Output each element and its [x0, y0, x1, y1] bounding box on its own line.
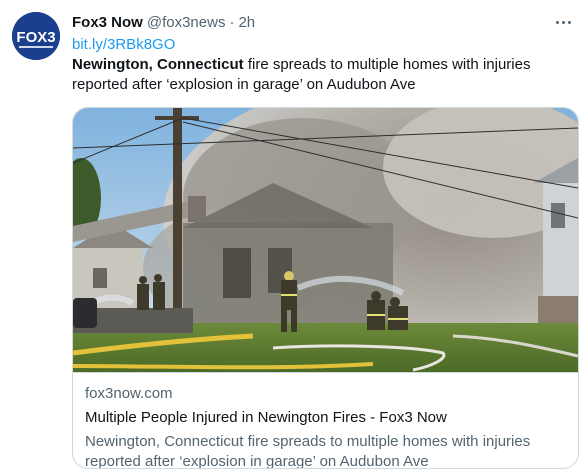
author-name[interactable]: Fox3 Now	[72, 14, 143, 31]
card-text: fox3now.com Multiple People Injured in N…	[85, 384, 570, 469]
fire-scene-photo	[73, 108, 578, 372]
tweet-timestamp[interactable]: 2h	[238, 14, 255, 31]
fox3-logo-text: FOX3	[16, 29, 55, 46]
author-handle[interactable]: @fox3news	[147, 14, 226, 31]
fox3-logo: FOX3	[12, 12, 60, 60]
author-avatar[interactable]: FOX3	[12, 12, 60, 60]
tweet-location-bold: Newington, Connecticut	[72, 56, 244, 73]
tweet-link[interactable]: bit.ly/3RBk8GO	[72, 35, 572, 55]
card-image[interactable]	[73, 108, 578, 373]
tweet-text: bit.ly/3RBk8GO Newington, Connecticut fi…	[72, 35, 572, 95]
card-description: Newington, Connecticut fire spreads to m…	[85, 433, 531, 469]
card-title[interactable]: Multiple People Injured in Newington Fir…	[85, 408, 570, 428]
tweet-header: Fox3 Now @fox3news · 2h	[72, 12, 255, 32]
separator-dot: ·	[229, 13, 235, 31]
card-domain: fox3now.com	[85, 385, 173, 402]
more-options-icon[interactable]	[553, 12, 573, 32]
link-preview-card[interactable]: fox3now.com Multiple People Injured in N…	[72, 107, 579, 469]
